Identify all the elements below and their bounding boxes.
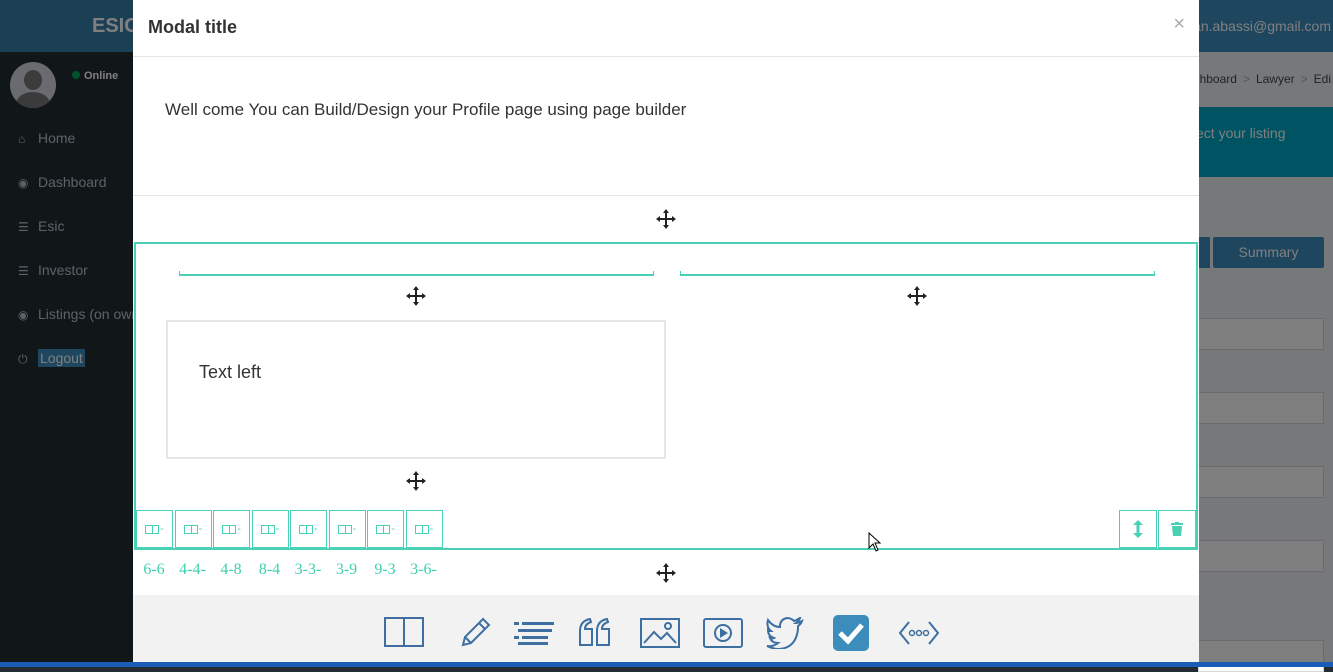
layout-label: 9-3 — [374, 561, 396, 578]
columns-mini-icon — [414, 524, 429, 534]
layout-label: 3-9 — [335, 561, 358, 578]
close-icon[interactable]: × — [1173, 14, 1185, 34]
image-icon[interactable] — [640, 618, 680, 650]
welcome-section: Well come You can Build/Design your Prof… — [133, 57, 1199, 196]
columns-mini-icon — [145, 524, 160, 534]
add-row-below-icon[interactable] — [655, 562, 677, 584]
pencil-icon[interactable] — [459, 615, 493, 647]
columns-mini-icon — [260, 524, 275, 534]
column-layout-buttons: - - - - - - - - — [136, 510, 444, 548]
quote-icon[interactable] — [578, 617, 612, 649]
columns-mini-icon — [299, 524, 314, 534]
text-block-content[interactable]: Text left — [199, 362, 261, 383]
column-right-divider — [680, 271, 1155, 276]
columns-mini-icon — [337, 524, 352, 534]
row-tools — [1118, 510, 1196, 548]
page-builder-modal: Modal title × Well come You can Build/De… — [133, 0, 1199, 662]
columns-mini-icon — [222, 524, 237, 534]
columns-mini-icon — [376, 524, 391, 534]
code-dots-icon[interactable] — [899, 620, 939, 652]
move-vertical-icon[interactable] — [1119, 510, 1157, 548]
video-play-icon[interactable] — [703, 618, 743, 650]
layout-6-6-button[interactable]: - — [136, 510, 173, 548]
add-row-icon[interactable] — [655, 208, 677, 230]
list-align-icon[interactable] — [514, 621, 556, 653]
taskbar — [0, 662, 1333, 667]
modal-header: Modal title × — [133, 0, 1199, 57]
columns-mini-icon — [183, 524, 198, 534]
layout-4-4-4-button[interactable]: - — [174, 510, 212, 548]
mouse-cursor-icon — [868, 531, 882, 552]
layout-3-9-button[interactable]: - — [328, 510, 366, 548]
layout-3-3-3-3-button[interactable]: - — [290, 510, 327, 548]
text-block[interactable]: Text left — [166, 320, 666, 459]
layout-4-8-button[interactable]: - — [213, 510, 250, 548]
add-element-below-icon[interactable] — [405, 470, 427, 492]
layout-3-6-3-button[interactable]: - — [405, 510, 443, 548]
checkbox-icon[interactable] — [833, 615, 869, 651]
add-element-right-icon[interactable] — [906, 285, 928, 307]
layout-8-4-button[interactable]: - — [251, 510, 289, 548]
layout-9-3-button[interactable]: - — [367, 510, 404, 548]
layout-label: 8-4 — [258, 561, 281, 578]
layout-label: 4-8 — [220, 561, 242, 578]
modal-title: Modal title — [148, 17, 237, 37]
trash-icon[interactable] — [1158, 510, 1196, 548]
column-left-divider — [179, 271, 654, 276]
layout-label: 6-6 — [143, 561, 165, 578]
twitter-icon[interactable] — [766, 617, 804, 649]
add-element-left-icon[interactable] — [405, 285, 427, 307]
element-toolbar — [133, 595, 1199, 662]
columns-icon[interactable] — [384, 617, 424, 649]
builder-row[interactable]: Text left - - - - - - - - — [134, 242, 1198, 550]
welcome-text: Well come You can Build/Design your Prof… — [165, 100, 687, 119]
